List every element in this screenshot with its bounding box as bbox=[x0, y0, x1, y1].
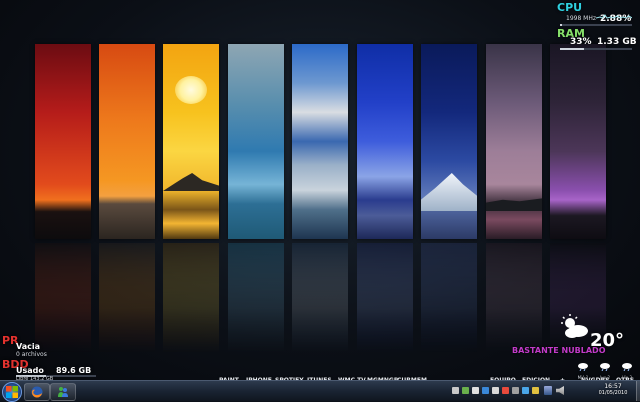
wallpaper-strip-deep-blue bbox=[357, 44, 413, 239]
clock-date: 01/05/2010 bbox=[598, 390, 628, 396]
wallpaper-strip-navy bbox=[421, 44, 477, 239]
tray-icon[interactable] bbox=[482, 387, 489, 394]
strip-reflection bbox=[292, 243, 348, 353]
tray-icon[interactable] bbox=[512, 387, 519, 394]
wallpaper-strip-violet bbox=[550, 44, 606, 239]
cpu-level-bar bbox=[560, 24, 632, 26]
volume-icon[interactable] bbox=[556, 386, 564, 395]
snowy-mountain-shape bbox=[421, 173, 477, 211]
drive1-files: 0 archivos bbox=[16, 351, 47, 358]
taskbar-clock[interactable]: 16:57 01/05/2010 bbox=[590, 383, 636, 396]
taskbar: 16:57 01/05/2010 bbox=[0, 380, 640, 402]
tray-icon[interactable] bbox=[472, 387, 479, 394]
strip-reflection bbox=[357, 243, 413, 353]
strip-reflection bbox=[228, 243, 284, 353]
drive1-state: Vacia bbox=[16, 342, 41, 351]
network-icon[interactable] bbox=[544, 386, 552, 395]
cpu-graph bbox=[595, 4, 633, 19]
wallpaper-strip-purple bbox=[486, 44, 542, 239]
strip-reflection bbox=[163, 243, 219, 353]
firefox-icon bbox=[31, 386, 43, 398]
shore-shape bbox=[486, 198, 542, 211]
start-button[interactable] bbox=[2, 382, 22, 402]
mountain-shape bbox=[163, 173, 219, 191]
strip-reflection bbox=[35, 243, 91, 353]
messenger-icon bbox=[58, 387, 68, 397]
strip-reflection bbox=[421, 243, 477, 353]
ram-percent: 33% bbox=[570, 37, 592, 47]
tray-icon[interactable] bbox=[452, 387, 459, 394]
rain-cloud-icon bbox=[597, 356, 613, 375]
partly-cloudy-icon bbox=[560, 313, 590, 339]
windows-start-icon bbox=[6, 386, 18, 398]
tray-icon[interactable] bbox=[532, 387, 539, 394]
strip-reflection bbox=[99, 243, 155, 353]
strip-reflection bbox=[486, 243, 542, 353]
drive2-used-value: 89.6 GB bbox=[56, 366, 92, 375]
messenger-taskbar-button[interactable] bbox=[50, 383, 76, 401]
clock-time: 16:57 bbox=[604, 383, 622, 390]
show-desktop-button[interactable] bbox=[636, 381, 640, 401]
wallpaper-strip-cyan bbox=[228, 44, 284, 239]
wallpaper-strip-clouds bbox=[292, 44, 348, 239]
tray-icon[interactable] bbox=[492, 387, 499, 394]
cpu-graph-line bbox=[595, 14, 633, 19]
drive2-used-label: Usado bbox=[16, 366, 44, 375]
ram-level-bar bbox=[560, 48, 632, 50]
desktop-wallpaper bbox=[0, 0, 640, 380]
cpu-level-fill bbox=[560, 24, 563, 26]
weather-condition: BASTANTE NUBLADO bbox=[512, 346, 606, 355]
tray-icon[interactable] bbox=[522, 387, 529, 394]
cpu-frequency: 1998 MHz bbox=[566, 15, 597, 22]
rain-cloud-icon bbox=[619, 356, 635, 375]
tray-icon[interactable] bbox=[502, 387, 509, 394]
cpu-label: CPU bbox=[557, 1, 583, 14]
ram-amount: 1.33 GB bbox=[597, 37, 637, 47]
firefox-taskbar-button[interactable] bbox=[24, 383, 50, 401]
tray-icon[interactable] bbox=[462, 387, 469, 394]
rain-cloud-icon bbox=[575, 356, 591, 375]
ram-level-fill bbox=[560, 48, 584, 50]
wallpaper-strip-red bbox=[35, 44, 91, 239]
wallpaper-strip-yellow bbox=[163, 44, 219, 239]
wallpaper-strip-orange bbox=[99, 44, 155, 239]
sun-shape bbox=[175, 76, 207, 104]
